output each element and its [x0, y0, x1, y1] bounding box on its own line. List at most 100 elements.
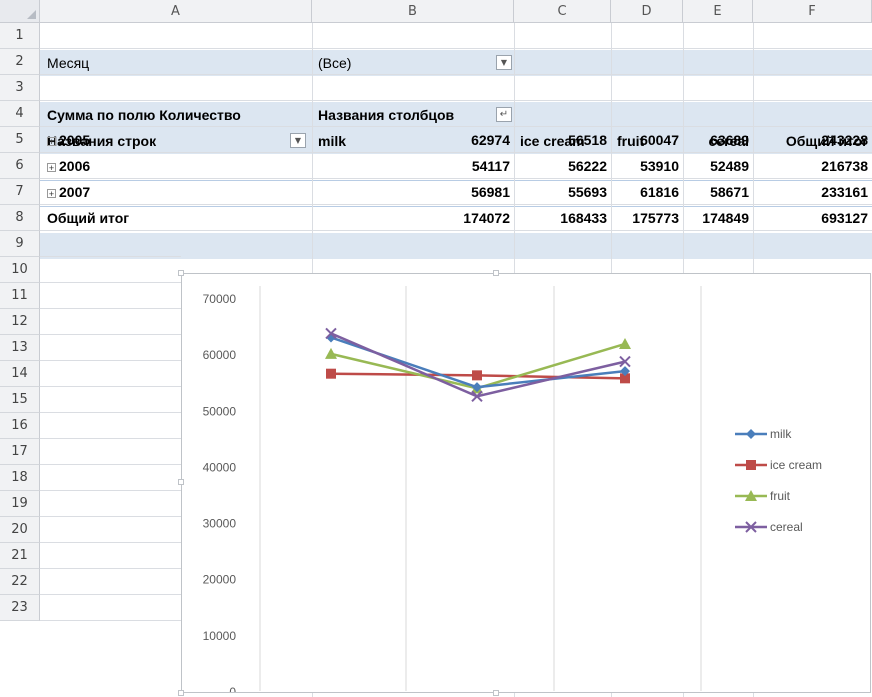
row-header[interactable]: 10: [0, 257, 40, 283]
row-header[interactable]: 19: [0, 491, 40, 517]
row-header[interactable]: 7: [0, 179, 40, 205]
gridline: [40, 360, 181, 361]
gridline: [40, 282, 181, 283]
column-header-a[interactable]: A: [40, 0, 312, 23]
row-header[interactable]: 5: [0, 127, 40, 153]
chart-resize-handle[interactable]: [178, 690, 184, 696]
row-header[interactable]: 21: [0, 543, 40, 569]
pivot-row-label[interactable]: +2006: [47, 153, 90, 179]
filter-value[interactable]: (Все): [318, 50, 351, 76]
legend-label: milk: [770, 427, 792, 441]
filter-dropdown-icon[interactable]: ▼: [496, 55, 512, 70]
pivot-value-cell: 52489: [710, 158, 749, 174]
legend-label: cereal: [770, 520, 803, 534]
row-header[interactable]: 11: [0, 283, 40, 309]
chart-resize-handle[interactable]: [493, 270, 499, 276]
row-header[interactable]: 22: [0, 569, 40, 595]
gridline: [40, 386, 181, 387]
row-header[interactable]: 8: [0, 205, 40, 231]
filter-band: [40, 50, 872, 76]
row-label-text: 2005: [59, 132, 91, 148]
pivot-value-cell: 63689: [710, 132, 749, 148]
gridline: [40, 594, 181, 595]
column-header-c[interactable]: C: [514, 0, 611, 23]
row-header[interactable]: 13: [0, 335, 40, 361]
row-label-text: Общий итог: [47, 210, 130, 226]
legend-label: ice cream: [770, 458, 822, 472]
plus-expand-icon[interactable]: +: [47, 163, 56, 173]
pivot-value-cell: 56981: [471, 184, 510, 200]
pivot-row-label[interactable]: +2007: [47, 179, 90, 205]
pivot-row-label[interactable]: +2005: [47, 127, 90, 153]
column-header-d[interactable]: D: [611, 0, 683, 23]
legend-ice-cream-marker: [746, 460, 756, 470]
row-header[interactable]: 2: [0, 49, 40, 75]
y-tick-label: 20000: [203, 573, 237, 587]
ice-cream-marker: [472, 370, 482, 381]
row-header[interactable]: 12: [0, 309, 40, 335]
y-tick-label: 60000: [203, 348, 237, 362]
legend-label: fruit: [770, 489, 791, 503]
pivot-sum-label: Сумма по полю Количество: [47, 107, 241, 123]
gridline: [40, 308, 181, 309]
plus-expand-icon[interactable]: +: [47, 137, 56, 147]
gridline: [40, 464, 181, 465]
row-header[interactable]: 14: [0, 361, 40, 387]
gridline: [40, 256, 181, 257]
gridline: [40, 568, 181, 569]
line-chart[interactable]: 0100002000030000400005000060000700002005…: [181, 273, 871, 693]
y-tick-label: 30000: [203, 517, 237, 531]
fruit-marker: [325, 347, 337, 359]
row-header[interactable]: 18: [0, 465, 40, 491]
pivot-value-cell: 243228: [821, 132, 868, 148]
pivot-value-cell: 58671: [710, 184, 749, 200]
y-tick-label: 70000: [203, 292, 237, 306]
pivot-col-header: milk: [318, 133, 347, 149]
row-header[interactable]: 1: [0, 23, 40, 49]
sort-dropdown-icon[interactable]: ↵: [496, 107, 512, 122]
row-header[interactable]: 23: [0, 595, 40, 621]
pivot-total-label: Общий итог: [47, 205, 129, 231]
row-label-text: 2007: [59, 184, 91, 200]
y-tick-label: 50000: [203, 404, 237, 418]
gridline: [40, 74, 872, 75]
spreadsheet: A B C D E F 1 2 3 4 5 6 7 8 9 10 11 12 13 14 15 16 17 18 1…: [0, 0, 872, 697]
pivot-value-cell: 693127: [821, 210, 868, 226]
y-tick-label: 10000: [203, 629, 237, 643]
chart-resize-handle[interactable]: [178, 479, 184, 485]
y-tick-label: 40000: [203, 460, 237, 474]
gridline: [40, 438, 181, 439]
chart-resize-handle[interactable]: [178, 270, 184, 276]
plus-expand-icon[interactable]: +: [47, 189, 56, 199]
row-header[interactable]: 15: [0, 387, 40, 413]
pivot-value-cell: 62974: [471, 132, 510, 148]
row-header[interactable]: 20: [0, 517, 40, 543]
gridline: [40, 100, 872, 101]
column-header-f[interactable]: F: [753, 0, 872, 23]
series-line-fruit: [330, 342, 626, 390]
gridline: [40, 412, 181, 413]
pivot-value-cell: 174072: [463, 210, 510, 226]
pivot-column-labels-title: Названия столбцов: [318, 107, 455, 123]
row-header[interactable]: 16: [0, 413, 40, 439]
filter-label: Месяц: [47, 55, 90, 71]
pivot-value-cell: 174849: [702, 210, 749, 226]
column-header-b[interactable]: B: [312, 0, 514, 23]
chart-resize-handle[interactable]: [493, 690, 499, 696]
column-header-e[interactable]: E: [683, 0, 753, 23]
pivot-value-cell: 54117: [471, 158, 510, 174]
gridline: [40, 490, 181, 491]
ice-cream-marker: [326, 368, 336, 379]
row-header[interactable]: 4: [0, 101, 40, 127]
pivot-value-cell: 216738: [821, 158, 868, 174]
row-header[interactable]: 17: [0, 439, 40, 465]
row-labels-dropdown-icon[interactable]: ▼: [290, 133, 306, 148]
legend-milk-marker: [746, 429, 756, 439]
row-header[interactable]: 9: [0, 231, 40, 257]
y-tick-label: 0: [229, 685, 236, 692]
chart-plot: 0100002000030000400005000060000700002005…: [203, 286, 822, 692]
select-all-corner[interactable]: [0, 0, 40, 23]
gridline: [40, 516, 181, 517]
row-header[interactable]: 3: [0, 75, 40, 101]
row-header[interactable]: 6: [0, 153, 40, 179]
